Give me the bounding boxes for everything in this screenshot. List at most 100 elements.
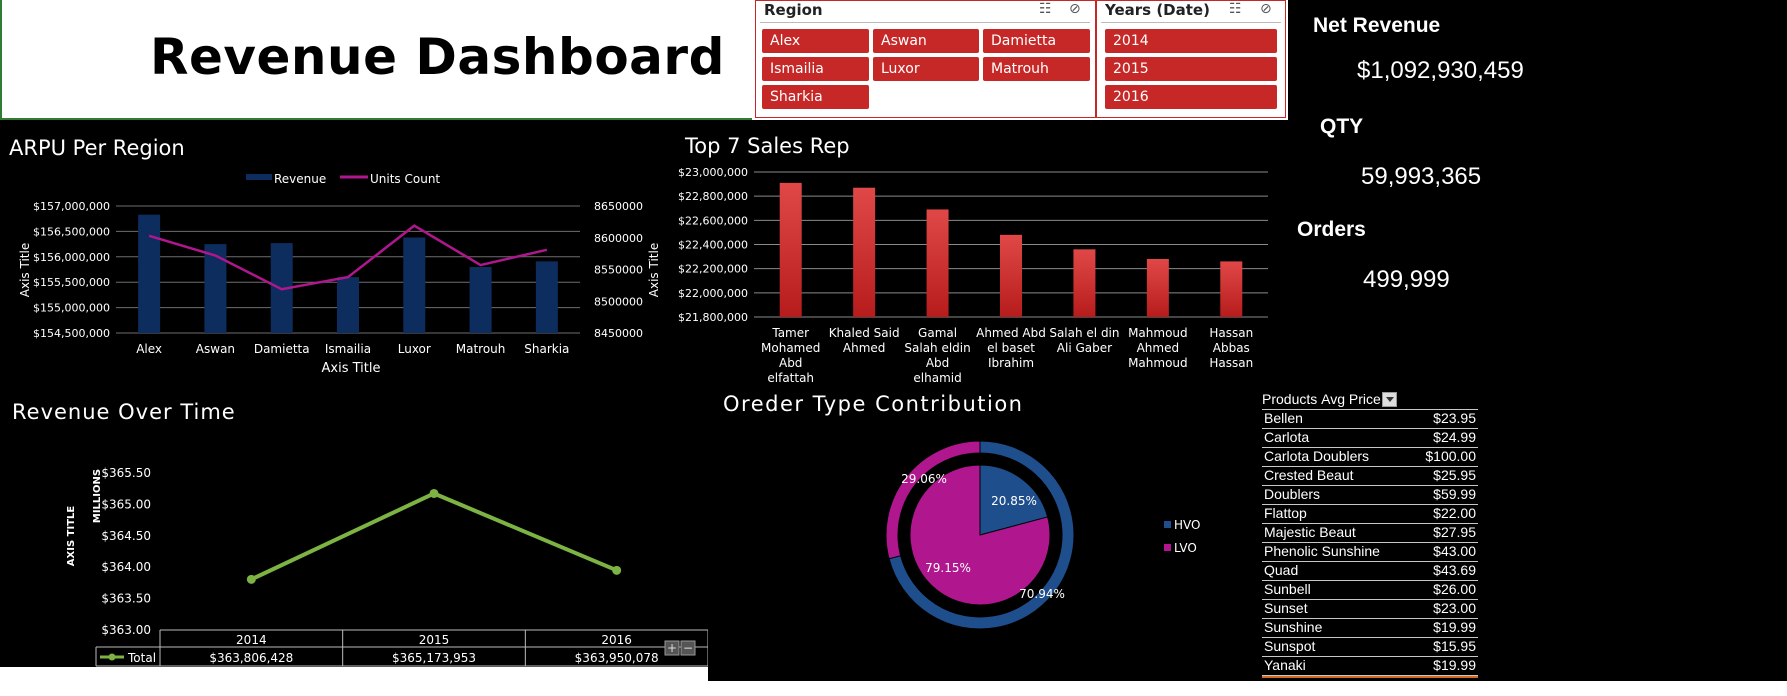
arpu-x-axis-title: Axis Title [322, 361, 381, 376]
legend-units-label: Units Count [370, 172, 440, 186]
table-row[interactable]: Carlota Doublers $100.00 [1262, 448, 1478, 467]
product-avg-price: $26.00 [1433, 581, 1476, 597]
table-row[interactable]: Doublers $59.99 [1262, 486, 1478, 505]
table-row[interactable]: Bellen $23.95 [1262, 410, 1478, 429]
product-avg-price: $23.95 [1433, 410, 1476, 426]
multi-select-icon[interactable]: ☷ [1229, 1, 1242, 17]
net-revenue-label: Net Revenue [1313, 14, 1441, 37]
product-avg-price: $43.00 [1433, 543, 1476, 559]
table-row[interactable]: Crested Beaut $25.95 [1262, 467, 1478, 486]
region-item-alex[interactable]: Alex [762, 29, 869, 53]
product-avg-price: $27.95 [1433, 524, 1476, 540]
region-item-ismailia[interactable]: Ismailia [762, 57, 869, 81]
table-row[interactable]: Yanaki $19.99 [1262, 657, 1478, 676]
product-avg-price: $24.99 [1433, 429, 1476, 445]
table-row[interactable]: Majestic Beaut $27.95 [1262, 524, 1478, 543]
inner-lvo-label: 79.15% [925, 561, 971, 575]
y-tick-label: $22,400,000 [678, 239, 748, 252]
y2-tick-label: 8450000 [594, 327, 643, 340]
inner-hvo-label: 20.85% [991, 494, 1037, 508]
region-item-matrouh[interactable]: Matrouh [983, 57, 1090, 81]
year-item-2016[interactable]: 2016 [1105, 85, 1277, 109]
avg-price-column-header: Avg Price [1321, 391, 1381, 407]
products-table-body: Bellen $23.95 Carlota $24.99 Carlota Doubler… [1262, 410, 1478, 676]
y-tick-label: $156,000,000 [33, 251, 110, 264]
y-tick-label: $22,200,000 [678, 263, 748, 276]
chevron-down-icon [1386, 397, 1394, 402]
x-tick-label: Ahmed Abd [976, 326, 1046, 340]
years-slicer: Years (Date) ☷ ⊘ 2014 2015 2016 [1096, 0, 1286, 118]
product-avg-price: $100.00 [1425, 448, 1476, 464]
table-year-header: 2016 [601, 633, 632, 647]
y-tick-label: $363.50 [101, 592, 151, 606]
orders-label: Orders [1297, 218, 1366, 241]
x-tick-label: Damietta [254, 342, 310, 356]
product-avg-price: $23.00 [1433, 600, 1476, 616]
clear-filter-icon[interactable]: ⊘ [1069, 1, 1081, 17]
table-row[interactable]: Sunset $23.00 [1262, 600, 1478, 619]
product-name: Carlota Doublers [1264, 448, 1370, 464]
table-row[interactable]: Flattop $22.00 [1262, 505, 1478, 524]
table-year-header: 2015 [419, 633, 450, 647]
product-name: Majestic Beaut [1264, 524, 1356, 540]
revenue-time-chart: AXIS TITLE MILLIONS $365.50$365.00$364.5… [66, 466, 708, 667]
x-tick-label: Hassan [1209, 326, 1253, 340]
y2-tick-label: 8600000 [594, 232, 643, 245]
y-tick-label: $23,000,000 [678, 166, 748, 179]
year-item-2015[interactable]: 2015 [1105, 57, 1277, 81]
product-name: Crested Beaut [1264, 467, 1354, 483]
bar [469, 266, 492, 333]
multi-select-icon[interactable]: ☷ [1039, 1, 1052, 17]
revenue-line [250, 491, 618, 582]
table-value: $365,173,953 [392, 651, 476, 665]
x-tick-label: Khaled Said [829, 326, 900, 340]
legend-lvo-label: LVO [1174, 541, 1197, 555]
table-year-header: 2014 [236, 633, 267, 647]
y-tick-label: $364.50 [101, 529, 151, 543]
net-revenue-value: $1,092,930,459 [1357, 57, 1524, 84]
year-item-2014[interactable]: 2014 [1105, 29, 1277, 53]
clear-filter-icon[interactable]: ⊘ [1260, 1, 1272, 17]
arpu-left-axis-title: Axis Title [18, 243, 32, 297]
table-legend-marker [108, 653, 116, 661]
orders-value: 499,999 [1363, 266, 1450, 293]
y-tick-label: $364.00 [101, 560, 151, 574]
x-tick-label: Hassan [1209, 356, 1253, 370]
bar [337, 277, 359, 333]
x-tick-label: Salah el din [1049, 326, 1119, 340]
arpu-right-axis-title: Axis Title [647, 243, 661, 297]
table-row[interactable]: Carlota $24.99 [1262, 429, 1478, 448]
bar [1220, 261, 1243, 317]
table-row[interactable]: Sunshine $19.99 [1262, 619, 1478, 638]
y-tick-label: $156,500,000 [33, 225, 110, 238]
products-pivot-table: Products Avg Price Bellen $23.95 Carlota $2… [1262, 391, 1478, 696]
y-tick-label: $154,500,000 [33, 327, 110, 340]
region-item-sharkia[interactable]: Sharkia [762, 85, 869, 109]
region-item-aswan[interactable]: Aswan [873, 29, 979, 53]
products-table-header: Products Avg Price [1262, 391, 1478, 410]
legend-lvo-swatch [1164, 544, 1171, 551]
filter-dropdown-button[interactable] [1382, 392, 1397, 407]
x-tick-label: el baset [987, 341, 1035, 355]
region-item-damietta[interactable]: Damietta [983, 29, 1090, 53]
table-row[interactable]: Sunspot $15.95 [1262, 638, 1478, 657]
product-name: Flattop [1264, 505, 1307, 521]
page-title: Revenue Dashboard [150, 28, 725, 86]
order-type-chart: 20.85% 79.15% 29.06% 70.94% HVO LVO [885, 440, 1200, 630]
x-tick-label: Aswan [196, 342, 235, 356]
product-name: Sunbell [1264, 581, 1311, 597]
table-row[interactable]: Phenolic Sunshine $43.00 [1262, 543, 1478, 562]
product-name: Carlota [1264, 429, 1310, 445]
bar [204, 244, 227, 333]
product-name: Sunset [1264, 600, 1308, 616]
table-row[interactable]: Quad $43.69 [1262, 562, 1478, 581]
table-row[interactable]: Sunbell $26.00 [1262, 581, 1478, 600]
x-tick-label: Ahmed [843, 341, 886, 355]
product-avg-price: $43.69 [1433, 562, 1476, 578]
slicer-divider [760, 22, 1090, 23]
y-tick-label: $22,000,000 [678, 287, 748, 300]
region-item-luxor[interactable]: Luxor [873, 57, 979, 81]
x-tick-label: Mohamed [761, 341, 820, 355]
y2-tick-label: 8500000 [594, 295, 643, 308]
y-tick-label: $157,000,000 [33, 200, 110, 213]
